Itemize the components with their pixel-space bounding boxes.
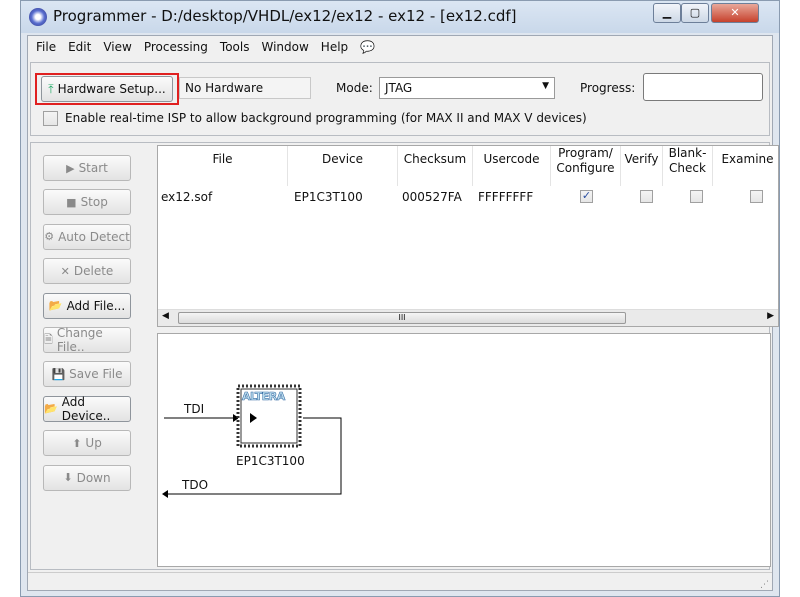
add-device-icon: 📂 xyxy=(44,402,58,416)
change-file-button[interactable]: 🗎 Change File.. xyxy=(43,326,131,354)
maximize-button[interactable]: ▢ xyxy=(681,3,709,23)
resize-grip-icon[interactable]: ⋰ xyxy=(760,580,769,590)
scroll-thumb[interactable]: III xyxy=(178,312,626,324)
programmer-window: Programmer - D:/desktop/VHDL/ex12/ex12 -… xyxy=(20,0,780,597)
cell-checksum: 000527FA xyxy=(402,190,462,204)
chevron-down-icon: ▼ xyxy=(542,81,549,91)
chain-lines xyxy=(162,384,342,498)
jtag-chain-diagram: ALTERA TDI TDO EP1C3T100 xyxy=(157,333,771,567)
add-device-button[interactable]: 📂 Add Device.. xyxy=(43,395,131,423)
client-area: File Edit View Processing Tools Window H… xyxy=(27,35,779,591)
cell-usercode: FFFFFFFF xyxy=(478,190,534,204)
up-arrow-icon: ⬆ xyxy=(72,436,82,450)
down-button[interactable]: ⬇ Down xyxy=(43,464,131,491)
menu-tools[interactable]: Tools xyxy=(220,40,250,54)
progress-bar xyxy=(643,73,763,101)
window-title: Programmer - D:/desktop/VHDL/ex12/ex12 -… xyxy=(53,7,517,25)
tdo-label: TDO xyxy=(182,478,209,492)
add-file-button[interactable]: 📂 Add File... xyxy=(43,292,131,319)
change-file-icon: 🗎 xyxy=(44,332,53,346)
up-button[interactable]: ⬆ Up xyxy=(43,430,131,457)
menu-help[interactable]: Help xyxy=(321,40,348,54)
menu-file[interactable]: File xyxy=(36,40,56,54)
scroll-right-icon[interactable]: ▶ xyxy=(767,311,774,321)
menu-bar: File Edit View Processing Tools Window H… xyxy=(28,36,772,58)
mode-label: Mode: xyxy=(336,81,373,95)
isp-checkbox[interactable] xyxy=(43,111,58,126)
close-button[interactable]: ✕ xyxy=(711,3,759,23)
hardware-setup-icon: ⤒ xyxy=(48,81,54,96)
col-examine[interactable]: Examine xyxy=(713,146,778,186)
save-icon: 💾 xyxy=(51,367,66,381)
menu-processing[interactable]: Processing xyxy=(144,40,208,54)
menu-window[interactable]: Window xyxy=(261,40,308,54)
scroll-left-icon[interactable]: ◀ xyxy=(162,311,169,321)
isp-label: Enable real-time ISP to allow background… xyxy=(65,111,587,125)
menu-view[interactable]: View xyxy=(103,40,131,54)
blank-check-checkbox[interactable] xyxy=(690,190,703,203)
device-label[interactable]: EP1C3T100 xyxy=(236,454,305,468)
mode-select[interactable]: JTAG ▼ xyxy=(379,77,555,99)
tdi-label: TDI xyxy=(184,402,205,416)
delete-button[interactable]: ✕ Delete xyxy=(43,258,131,285)
hardware-setup-button[interactable]: ⤒ Hardware Setup... xyxy=(41,76,173,102)
save-file-button[interactable]: 💾 Save File xyxy=(43,361,131,388)
auto-detect-button[interactable]: ⚙ Auto Detect xyxy=(43,223,131,250)
col-device[interactable]: Device xyxy=(288,146,398,186)
stop-button[interactable]: ■ Stop xyxy=(43,189,131,216)
auto-detect-icon: ⚙ xyxy=(44,230,55,244)
whats-this-icon[interactable]: 💬 xyxy=(360,40,375,54)
status-bar: ⋰ xyxy=(28,572,772,590)
delete-icon: ✕ xyxy=(60,264,70,278)
hardware-panel: ⤒ Hardware Setup... No Hardware Mode: JTA… xyxy=(30,62,770,136)
cell-file: ex12.sof xyxy=(161,190,213,204)
main-panel: ▶ Start ■ Stop ⚙ Auto Detect ✕ Delete 📂 Add File.… xyxy=(30,142,779,570)
progress-label: Progress: xyxy=(580,81,636,95)
minimize-button[interactable]: ▁ xyxy=(653,3,681,23)
down-arrow-icon: ⬇ xyxy=(63,471,73,485)
start-icon: ▶ xyxy=(66,161,75,175)
horizontal-scrollbar[interactable]: ◀ III ▶ xyxy=(158,309,778,326)
verify-checkbox[interactable] xyxy=(640,190,653,203)
stop-icon: ■ xyxy=(66,195,77,209)
col-verify[interactable]: Verify xyxy=(621,146,663,186)
program-checkbox[interactable]: ✓ xyxy=(580,190,593,203)
col-program[interactable]: Program/ Configure xyxy=(551,146,621,186)
altera-logo: ALTERA xyxy=(242,390,286,404)
title-bar: Programmer - D:/desktop/VHDL/ex12/ex12 -… xyxy=(21,1,779,33)
folder-icon: 📂 xyxy=(48,299,63,313)
col-usercode[interactable]: Usercode xyxy=(473,146,551,186)
hardware-field: No Hardware xyxy=(179,77,311,99)
device-table: File Device Checksum Usercode Program/ C… xyxy=(157,145,779,327)
cell-device: EP1C3T100 xyxy=(294,190,363,204)
app-icon xyxy=(29,8,47,26)
examine-checkbox[interactable] xyxy=(750,190,763,203)
col-blank-check[interactable]: Blank- Check xyxy=(663,146,713,186)
col-file[interactable]: File xyxy=(158,146,288,186)
menu-edit[interactable]: Edit xyxy=(68,40,91,54)
start-button[interactable]: ▶ Start xyxy=(43,155,131,181)
col-checksum[interactable]: Checksum xyxy=(398,146,473,186)
